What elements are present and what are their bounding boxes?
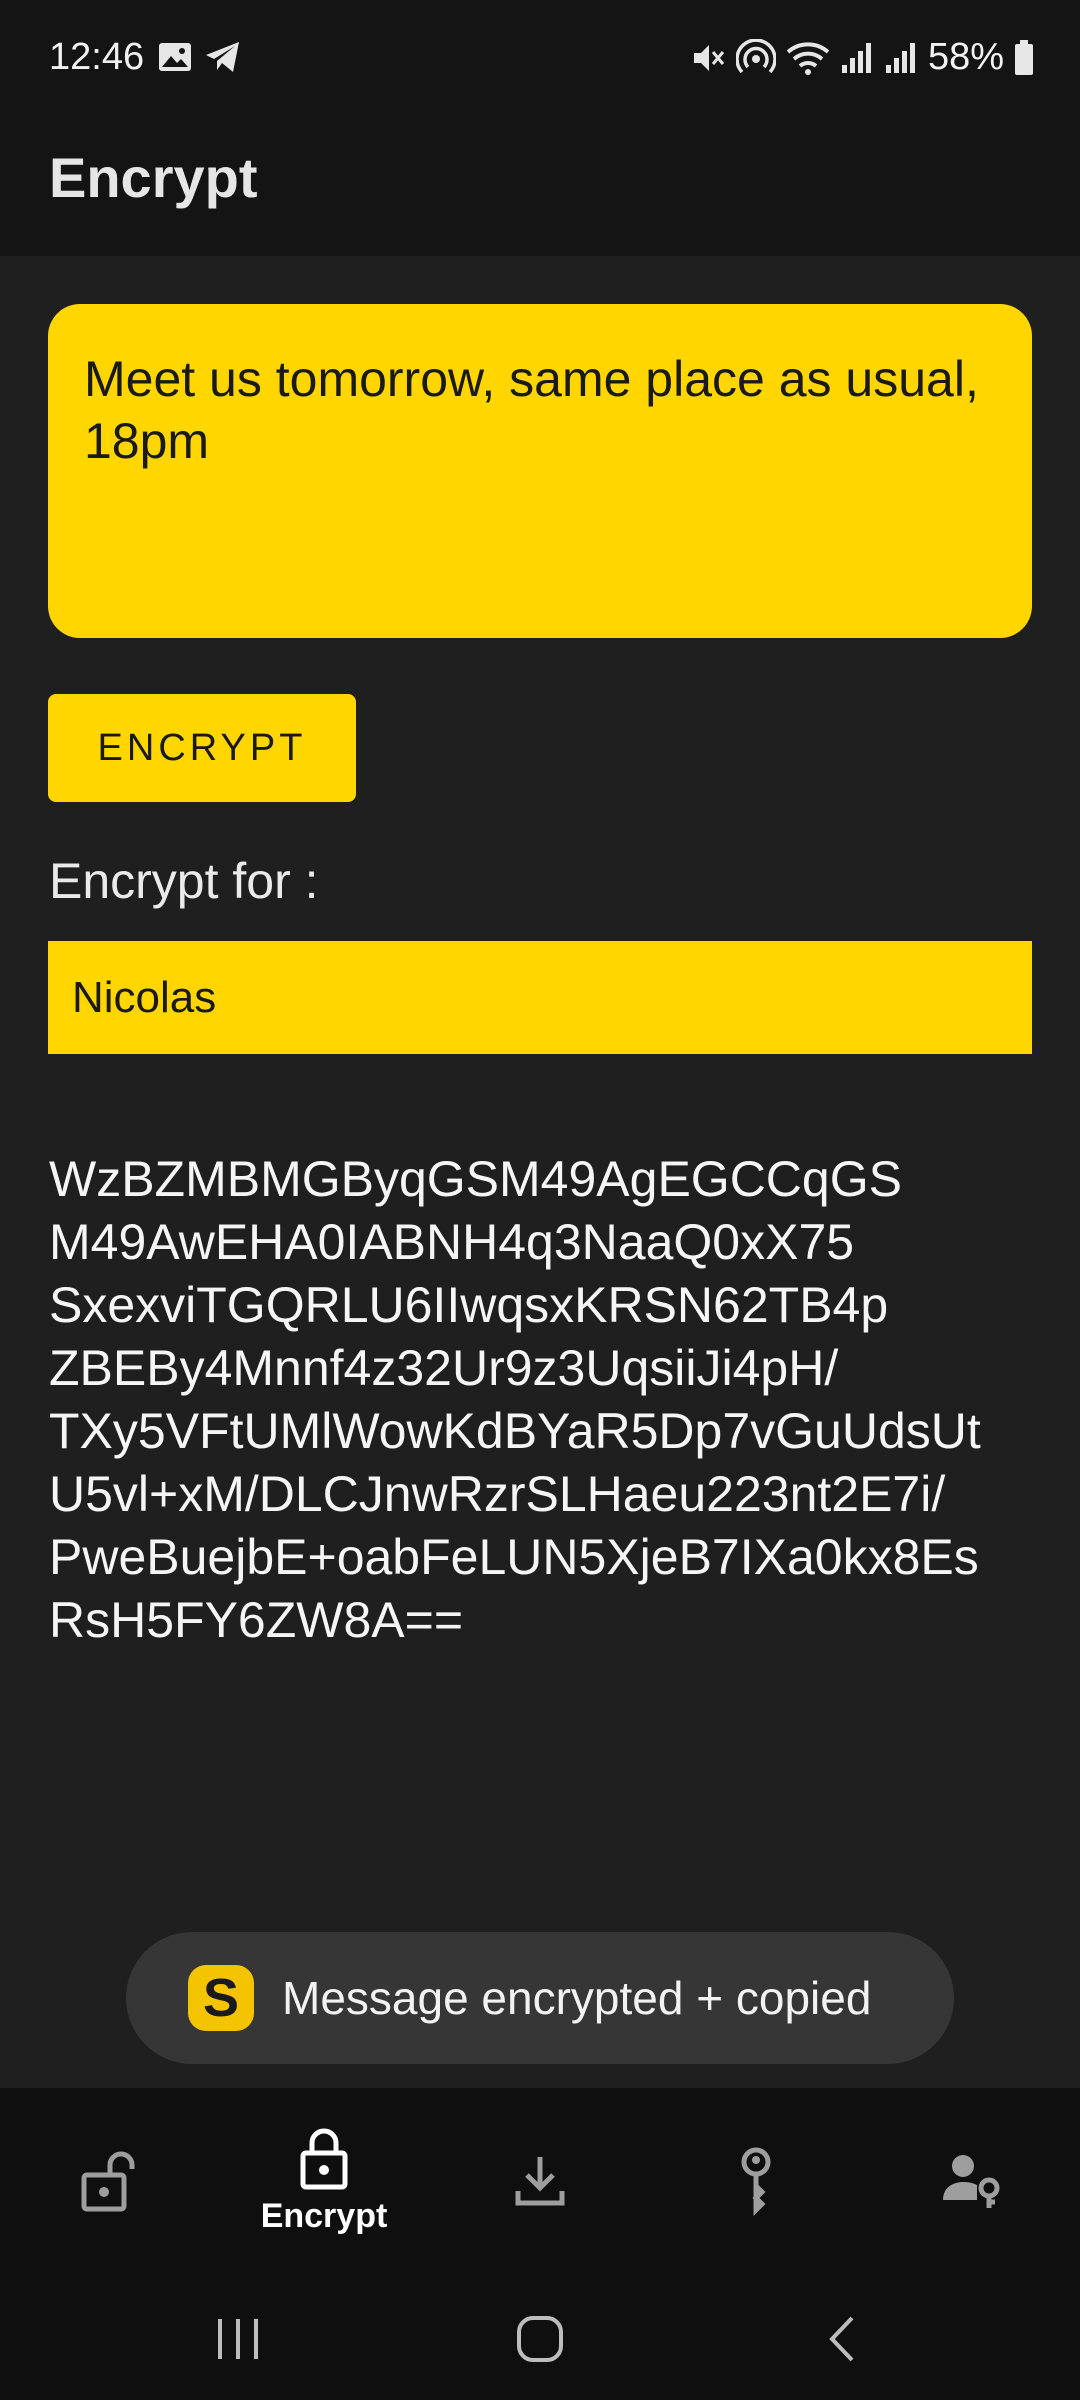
back-icon: [829, 2316, 854, 2362]
download-icon: [515, 2157, 565, 2206]
battery-icon: [1015, 39, 1033, 75]
key-icon: [741, 2147, 771, 2216]
app-logo-icon: S: [188, 1965, 254, 2031]
wifi-icon: [786, 41, 830, 75]
telegram-notification-icon: [206, 42, 239, 72]
contact-key-icon: [943, 2155, 1000, 2208]
status-time: 12:46: [49, 36, 145, 78]
nav-item-keys[interactable]: [648, 2088, 864, 2274]
nav-item-encrypt[interactable]: Encrypt: [216, 2088, 432, 2274]
recent-apps-button[interactable]: [198, 2304, 278, 2374]
encrypt-for-label: Encrypt for :: [49, 853, 319, 909]
nav-label-encrypt: Encrypt: [260, 2196, 388, 2235]
system-navigation-bar: [0, 2274, 1080, 2400]
cipher-output: WzBZMBMGByqGSM49AgEGCCqGS M49AwEHA0IABNH…: [49, 1151, 981, 1648]
app-bar: Encrypt: [0, 120, 1080, 256]
status-right: 58%: [690, 36, 1034, 79]
nav-item-import[interactable]: [432, 2088, 648, 2274]
status-bar: 12:46 58%: [0, 0, 1080, 120]
recipient-selected-value: Nicolas: [72, 972, 217, 1022]
unlock-icon: [81, 2151, 135, 2212]
lock-icon: [300, 2128, 348, 2189]
signal-2-icon: [885, 42, 915, 73]
signal-1-icon: [841, 42, 871, 73]
battery-percentage: 58%: [927, 36, 1004, 78]
hotspot-icon: [735, 38, 776, 73]
back-button[interactable]: [802, 2304, 882, 2374]
mute-icon: [693, 44, 725, 71]
encrypt-button[interactable]: ENCRYPT: [48, 694, 356, 802]
recipient-select[interactable]: Nicolas: [48, 941, 1032, 1054]
nav-item-decrypt[interactable]: [0, 2088, 216, 2274]
recent-apps-icon: [218, 2319, 258, 2359]
toast-text: Message encrypted + copied: [282, 1972, 872, 2024]
nav-item-contacts[interactable]: [864, 2088, 1080, 2274]
message-input[interactable]: Meet us tomorrow, same place as usual, 1…: [48, 304, 1032, 638]
status-left-icons: [158, 40, 242, 74]
home-icon: [517, 2316, 563, 2362]
toast-message: S Message encrypted + copied: [126, 1932, 954, 2064]
bottom-navigation: Encrypt: [0, 2088, 1080, 2274]
home-button[interactable]: [500, 2304, 580, 2374]
screen: 12:46 58% Encrypt Meet us tomorrow, same…: [0, 0, 1080, 2400]
gallery-notification-icon: [159, 43, 191, 71]
page-title: Encrypt: [49, 146, 258, 209]
